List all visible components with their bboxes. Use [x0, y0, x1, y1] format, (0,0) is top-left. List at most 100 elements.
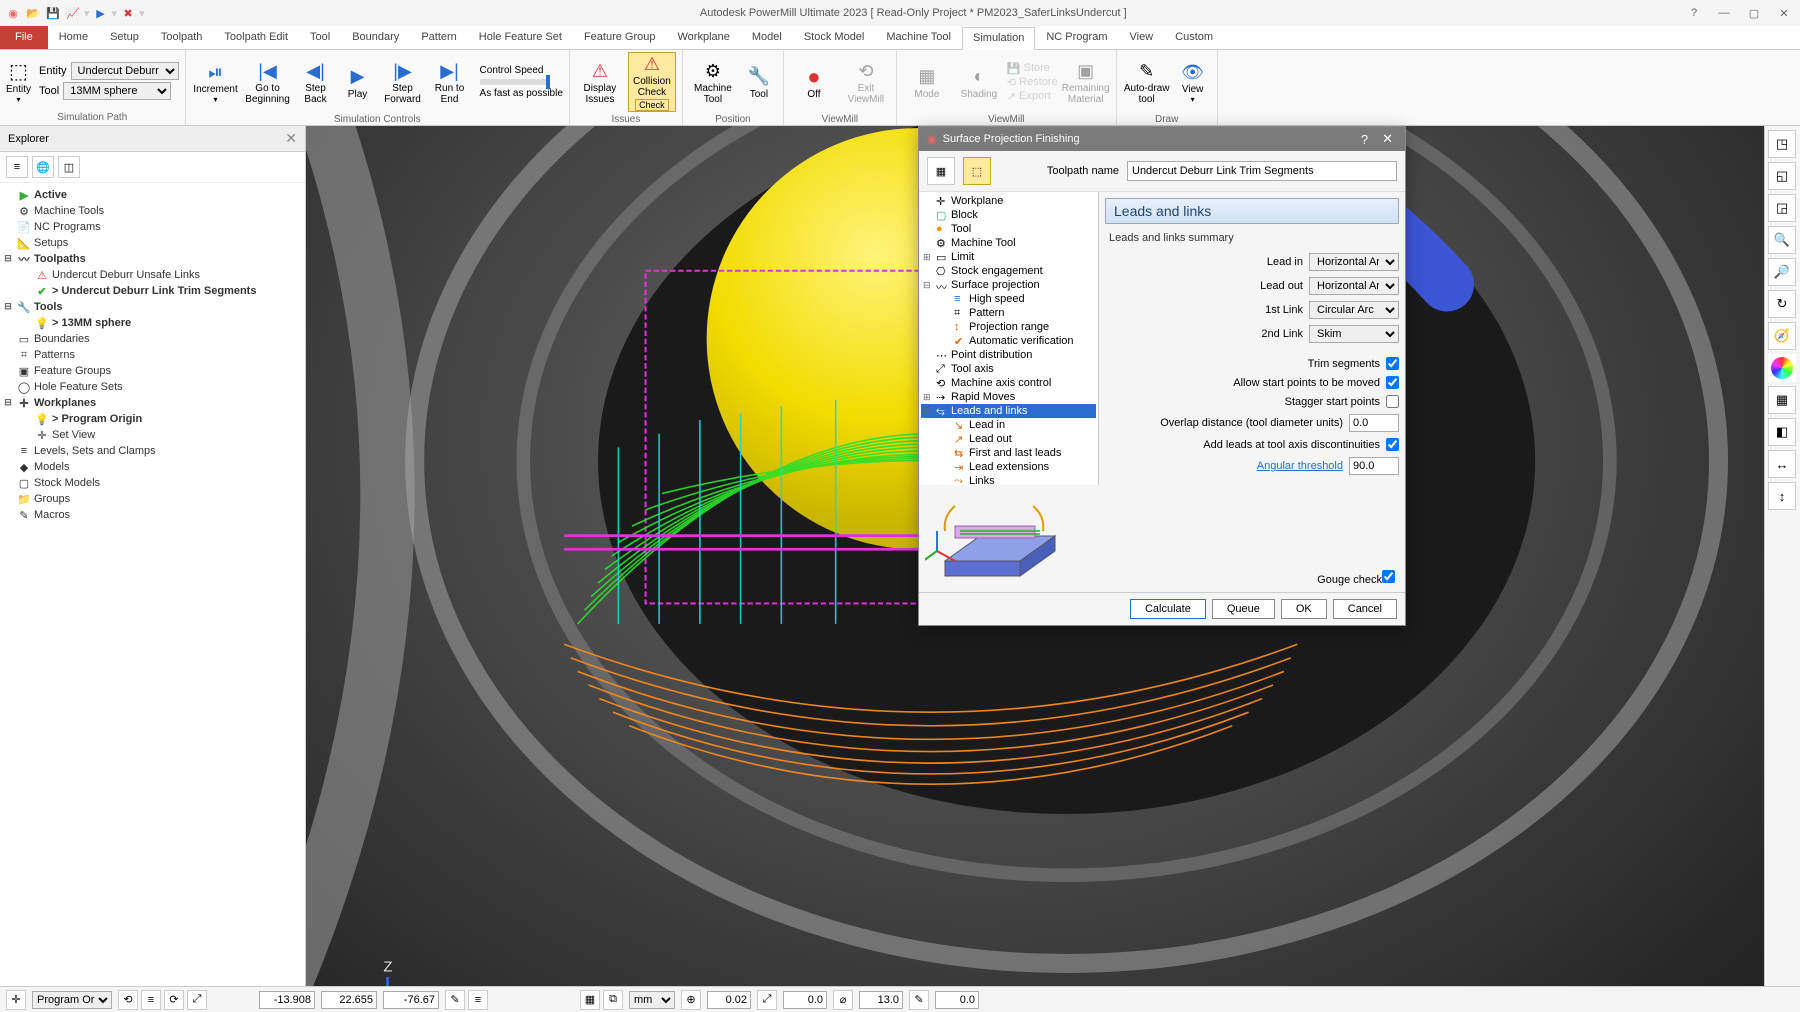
increment-button[interactable]: ⏯Increment▾: [192, 52, 240, 112]
tree-node[interactable]: 💡> Program Origin: [16, 411, 303, 427]
tab-nc-program[interactable]: NC Program: [1035, 26, 1118, 49]
run-to-end-button[interactable]: ▶|Run to End: [430, 52, 470, 112]
tab-setup[interactable]: Setup: [99, 26, 150, 49]
tab-home[interactable]: Home: [48, 26, 99, 49]
tree-node[interactable]: ▭Boundaries: [2, 331, 303, 347]
tab-workplane[interactable]: Workplane: [666, 26, 740, 49]
dialog-tree-item[interactable]: ↗Lead out: [939, 432, 1096, 446]
explorer-close-button[interactable]: ✕: [285, 130, 297, 147]
dialog-tree-item[interactable]: ⌗Pattern: [939, 306, 1096, 320]
tab-pattern[interactable]: Pattern: [410, 26, 467, 49]
right-tool-10[interactable]: ↔: [1768, 450, 1796, 478]
tree-node[interactable]: ▢Stock Models: [2, 475, 303, 491]
tree-node[interactable]: ✛Set View: [16, 427, 303, 443]
sb-btn1[interactable]: ✛: [6, 990, 26, 1010]
right-tool-1[interactable]: ◱: [1768, 162, 1796, 190]
explorer-tree[interactable]: ▶Active⚙Machine Tools📄NC Programs📐Setups…: [0, 183, 305, 986]
tree-node[interactable]: 💡> 13MM sphere: [16, 315, 303, 331]
tab-model[interactable]: Model: [741, 26, 793, 49]
right-tool-11[interactable]: ↕: [1768, 482, 1796, 510]
tab-tool[interactable]: Tool: [299, 26, 341, 49]
play-button[interactable]: ▶Play: [340, 52, 376, 112]
dialog-tree-item[interactable]: ⊞▭Limit: [921, 250, 1096, 264]
tree-node[interactable]: 📁Groups: [2, 491, 303, 507]
sb-btn3[interactable]: ≡: [141, 990, 161, 1010]
sb-s1-icon[interactable]: ⤢: [757, 990, 777, 1010]
viewmill-off-button[interactable]: ●Off: [790, 52, 838, 112]
sb-btn8[interactable]: ▦: [580, 990, 600, 1010]
dialog-tree-item[interactable]: ✛Workplane: [921, 194, 1096, 208]
dialog-tree-item[interactable]: ↕Projection range: [939, 320, 1096, 334]
queue-button[interactable]: Queue: [1212, 599, 1275, 619]
dialog-tree-item[interactable]: ⎔Stock engagement: [921, 264, 1096, 278]
first-link-select[interactable]: Circular Arc: [1309, 301, 1399, 319]
sb-s3[interactable]: [935, 991, 979, 1009]
tree-node[interactable]: ⚙Machine Tools: [2, 203, 303, 219]
tree-node[interactable]: 📄NC Programs: [2, 219, 303, 235]
view-button[interactable]: 👁View▾: [1175, 52, 1211, 112]
close-button[interactable]: ✕: [1772, 3, 1796, 23]
sb-tol-icon[interactable]: ⊕: [681, 990, 701, 1010]
tab-stock-model[interactable]: Stock Model: [793, 26, 876, 49]
sb-s2-icon[interactable]: ⌀: [833, 990, 853, 1010]
right-tool-6[interactable]: 🧭: [1768, 322, 1796, 350]
dialog-tree-item[interactable]: ✔Automatic verification: [939, 334, 1096, 348]
right-tool-0[interactable]: ◳: [1768, 130, 1796, 158]
stagger-checkbox[interactable]: [1386, 395, 1399, 408]
right-tool-3[interactable]: 🔍: [1768, 226, 1796, 254]
tree-node[interactable]: ⊟〰Toolpaths: [2, 251, 303, 267]
entity-select[interactable]: Undercut Deburr Link Tr: [71, 62, 179, 80]
right-tool-2[interactable]: ◲: [1768, 194, 1796, 222]
tab-custom[interactable]: Custom: [1164, 26, 1224, 49]
dialog-tree-item[interactable]: ⊟〰Surface projection: [921, 278, 1096, 292]
sb-btn6[interactable]: ✎: [445, 990, 465, 1010]
sb-workplane-select[interactable]: Program Ori: [32, 991, 112, 1009]
trim-segments-checkbox[interactable]: [1386, 357, 1399, 370]
sb-s3-icon[interactable]: ✎: [909, 990, 929, 1010]
right-tool-5[interactable]: ↻: [1768, 290, 1796, 318]
sb-btn2[interactable]: ⟲: [118, 990, 138, 1010]
dialog-tbicon-1[interactable]: ▦: [927, 157, 955, 185]
tab-toolpath[interactable]: Toolpath: [150, 26, 214, 49]
tree-node[interactable]: 📐Setups: [2, 235, 303, 251]
dialog-tree-item[interactable]: ⇆First and last leads: [939, 446, 1096, 460]
lead-in-select[interactable]: Horizontal Arc: [1309, 253, 1399, 271]
dialog-tree-item[interactable]: ▢Block: [921, 208, 1096, 222]
tree-node[interactable]: ▣Feature Groups: [2, 363, 303, 379]
tree-node[interactable]: ⊟✛Workplanes: [2, 395, 303, 411]
explorer-tb3[interactable]: ◫: [58, 156, 80, 178]
tree-node[interactable]: ◯Hole Feature Sets: [2, 379, 303, 395]
tree-node[interactable]: ⚠Undercut Deburr Unsafe Links: [16, 267, 303, 283]
tab-simulation[interactable]: Simulation: [962, 27, 1035, 50]
play-icon[interactable]: ▶: [92, 4, 110, 22]
right-tool-7[interactable]: [1768, 354, 1796, 382]
dialog-tree[interactable]: ✛Workplane▢Block●Tool⚙Machine Tool⊞▭Limi…: [919, 192, 1099, 485]
second-link-select[interactable]: Skim: [1309, 325, 1399, 343]
tree-node[interactable]: ⌗Patterns: [2, 347, 303, 363]
dialog-tree-item[interactable]: ↘Lead in: [939, 418, 1096, 432]
sb-btn9[interactable]: ⧉: [603, 990, 623, 1010]
tree-node[interactable]: ◆Models: [2, 459, 303, 475]
dialog-help-button[interactable]: ?: [1357, 132, 1372, 147]
explorer-tb2-globe-icon[interactable]: 🌐: [32, 156, 54, 178]
save-icon[interactable]: 💾: [44, 4, 62, 22]
right-tool-9[interactable]: ◧: [1768, 418, 1796, 446]
graph-icon[interactable]: 📈: [64, 4, 82, 22]
tab-hole-feature-set[interactable]: Hole Feature Set: [468, 26, 573, 49]
sb-s1[interactable]: [783, 991, 827, 1009]
dialog-tree-item[interactable]: ⚙Machine Tool: [921, 236, 1096, 250]
minimize-button[interactable]: —: [1712, 3, 1736, 23]
tree-node[interactable]: ▶Active: [2, 187, 303, 203]
lead-out-select[interactable]: Horizontal Arc: [1309, 277, 1399, 295]
app-icon[interactable]: ◉: [4, 4, 22, 22]
gouge-check-checkbox[interactable]: [1382, 570, 1395, 583]
tab-feature-group[interactable]: Feature Group: [573, 26, 667, 49]
tab-view[interactable]: View: [1118, 26, 1164, 49]
open-icon[interactable]: 📂: [24, 4, 42, 22]
cancel-button[interactable]: Cancel: [1333, 599, 1397, 619]
dialog-tree-item[interactable]: ⤢Tool axis: [921, 362, 1096, 376]
explorer-tb1[interactable]: ≡: [6, 156, 28, 178]
tab-boundary[interactable]: Boundary: [341, 26, 410, 49]
dialog-tree-item[interactable]: ≡High speed: [939, 292, 1096, 306]
step-back-button[interactable]: ◀|Step Back: [296, 52, 336, 112]
